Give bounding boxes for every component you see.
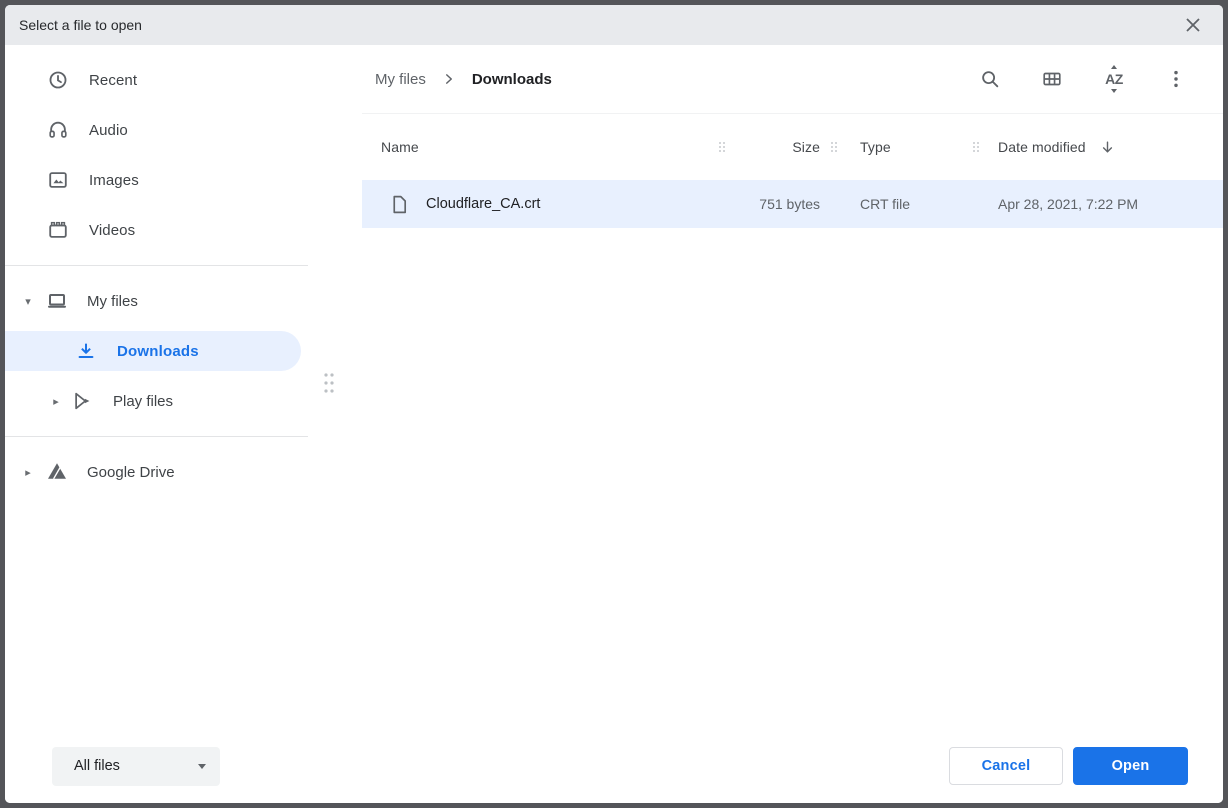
column-resize-handle-icon[interactable] [964,141,988,153]
footer-bar: All files Cancel Open [5,729,1223,803]
grid-view-button[interactable] [1039,66,1065,92]
chevron-collapsed-icon[interactable]: ▸ [49,395,63,408]
open-button[interactable]: Open [1073,747,1188,785]
chevron-collapsed-icon[interactable]: ▸ [21,466,35,479]
column-header-label: Date modified [998,139,1086,155]
sidebar-item-play-files[interactable]: ▸ Play files [5,376,308,426]
google-drive-icon [45,460,69,484]
file-date-modified: Apr 28, 2021, 7:22 PM [988,196,1223,212]
download-icon [75,340,97,362]
sidebar-item-label: Google Drive [87,464,175,481]
toolbar: AZ [977,66,1199,92]
sidebar-item-my-files[interactable]: ▾ My files [5,276,308,326]
table-row[interactable]: Cloudflare_CA.crt 751 bytes CRT file Apr… [362,180,1223,228]
sidebar-item-label: Videos [89,222,135,239]
sidebar-item-label: Play files [113,393,173,410]
breadcrumb-toolbar-row: My files Downloads AZ [362,45,1223,113]
sidebar-item-videos[interactable]: Videos [5,205,308,255]
grid-view-icon [1041,68,1063,90]
column-resize-handle-icon[interactable] [820,141,848,153]
dropdown-caret-icon [198,764,206,769]
file-size: 751 bytes [730,196,820,212]
breadcrumb-item-downloads: Downloads [470,71,554,88]
breadcrumb: My files Downloads [373,70,977,88]
image-icon [47,169,69,191]
search-icon [979,68,1001,90]
sidebar-item-images[interactable]: Images [5,155,308,205]
cancel-button[interactable]: Cancel [949,747,1063,785]
file-name: Cloudflare_CA.crt [426,196,540,212]
file-type: CRT file [848,196,964,212]
file-name-cell: Cloudflare_CA.crt [362,194,714,215]
file-type-filter-value: All files [74,758,198,774]
laptop-icon [45,289,69,313]
clock-icon [47,69,69,91]
sidebar-item-label: My files [87,293,138,310]
sidebar-item-label: Audio [89,122,128,139]
file-list-panel: My files Downloads AZ [362,45,1223,729]
title-bar: Select a file to open [5,5,1223,45]
file-type-filter-select[interactable]: All files [52,747,220,786]
sidebar-item-downloads[interactable]: Downloads [5,331,301,371]
sidebar-item-recent[interactable]: Recent [5,55,308,105]
chevron-right-icon [440,70,458,88]
close-button[interactable] [1181,13,1205,37]
column-header-type[interactable]: Type [848,139,964,155]
breadcrumb-item-my-files[interactable]: My files [373,71,428,88]
column-resize-handle-icon[interactable] [714,141,730,153]
file-document-icon [389,194,410,215]
close-icon [1185,17,1201,33]
sort-az-icon: AZ [1105,72,1123,86]
arrow-down-icon [1099,139,1116,156]
sidebar-divider [5,265,308,266]
sidebar-item-label: Downloads [117,343,199,360]
more-options-button[interactable] [1163,66,1189,92]
sidebar-item-label: Recent [89,72,137,89]
sidebar-item-audio[interactable]: Audio [5,105,308,155]
sidebar: Recent Audio Images Videos [5,45,308,729]
sidebar-divider [5,436,308,437]
movie-icon [47,219,69,241]
file-picker-dialog: Select a file to open Recent Audio [0,0,1228,808]
splitter-drag-handle-icon[interactable] [322,370,336,396]
table-header: Name Size Type Date modified [362,114,1223,180]
column-header-size[interactable]: Size [730,139,820,155]
dialog-title: Select a file to open [19,17,1181,33]
more-vertical-icon [1165,68,1187,90]
sidebar-item-google-drive[interactable]: ▸ Google Drive [5,447,308,497]
headphones-icon [47,119,69,141]
dialog-body: Recent Audio Images Videos [5,45,1223,729]
chevron-expanded-icon[interactable]: ▾ [21,295,35,308]
column-header-date-modified[interactable]: Date modified [988,139,1223,156]
column-header-name[interactable]: Name [362,139,714,155]
sidebar-splitter[interactable] [308,45,362,729]
sort-button[interactable]: AZ [1101,66,1127,92]
sidebar-item-label: Images [89,172,139,189]
search-button[interactable] [977,66,1003,92]
play-store-icon [71,389,95,413]
